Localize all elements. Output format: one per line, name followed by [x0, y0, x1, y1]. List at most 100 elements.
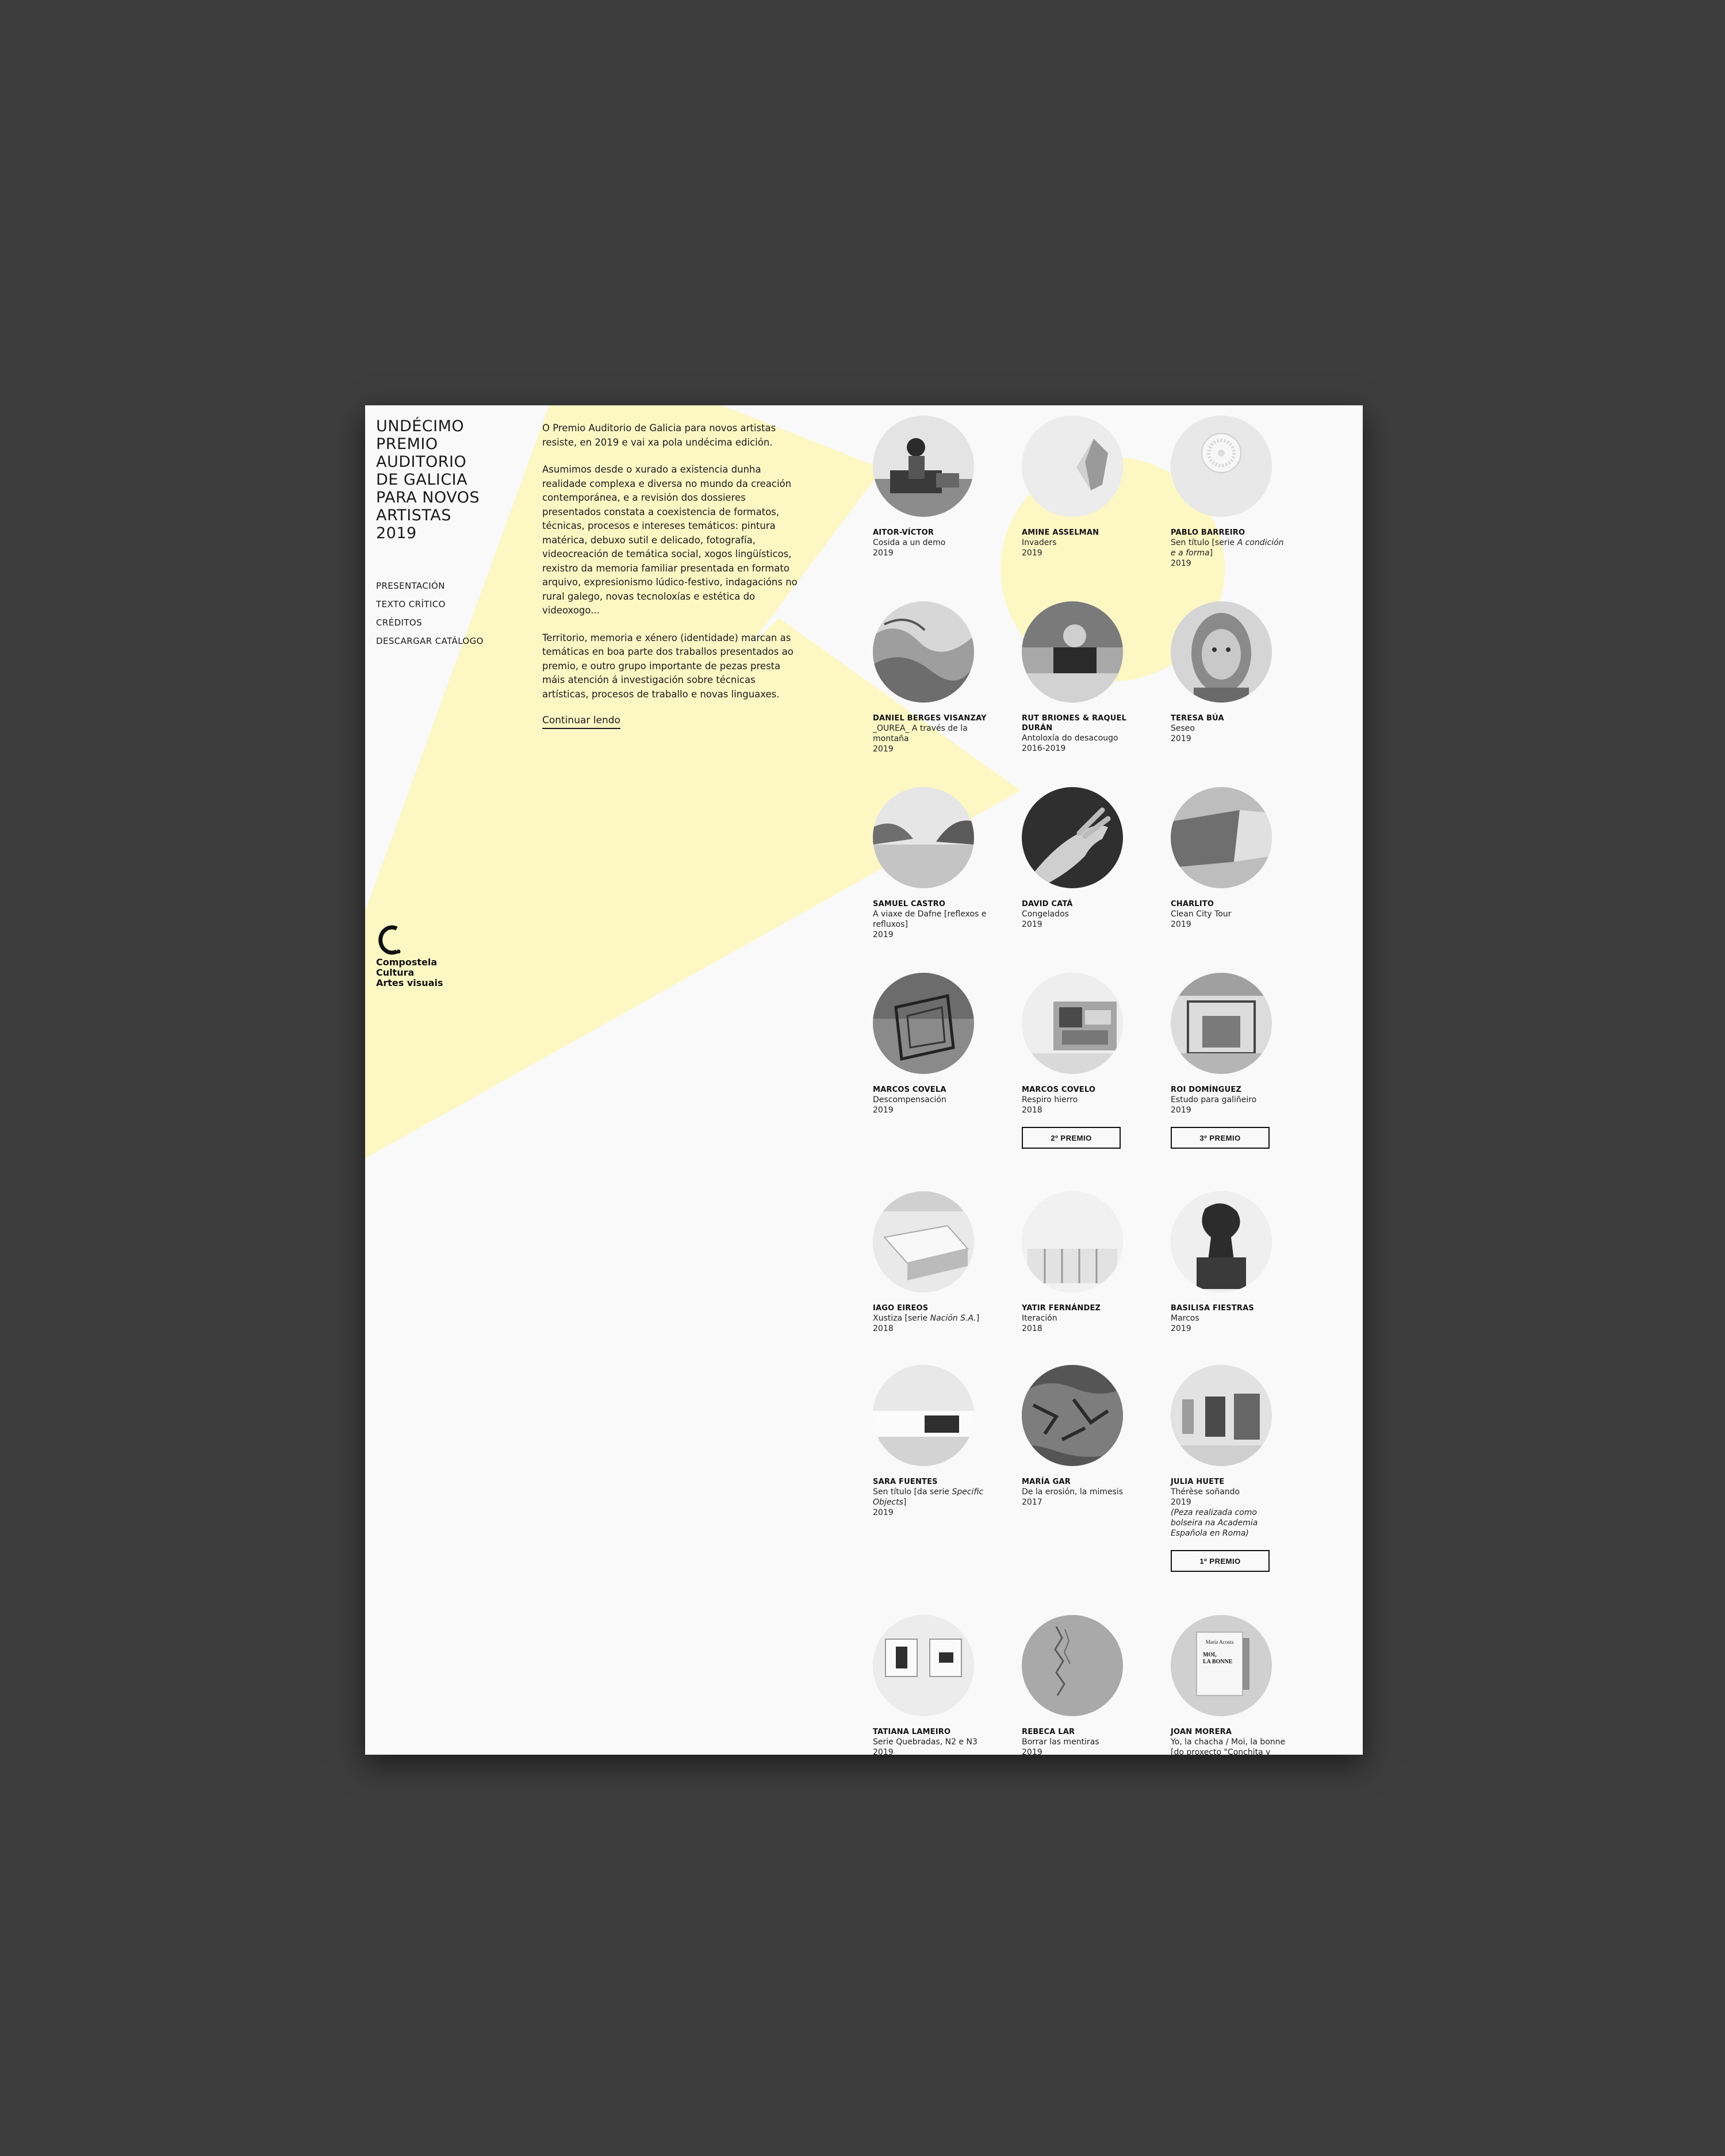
artwork-year: 2016-2019	[1022, 744, 1066, 753]
artist-card: SARA FUENTES Sen título [da serie Specif…	[873, 1365, 988, 1518]
artwork-title: Invaders	[1022, 538, 1057, 547]
artist-card: PABLO BARREIRO Sen título [serie A condi…	[1171, 416, 1286, 569]
artist-card: MARCOS COVELO Respiro hierro 2018 2º PRE…	[1022, 973, 1137, 1149]
artist-name: AMINE ASSELMAN	[1022, 528, 1099, 537]
artwork-year: 2019	[1171, 734, 1191, 743]
artwork-title: Borrar las mentiras	[1022, 1737, 1099, 1747]
artwork-title: Sen título [da serie Specific Objects]	[873, 1487, 984, 1507]
lake-landscape-photo[interactable]	[873, 787, 974, 888]
artwork-title: De la erosión, la mimesis	[1022, 1487, 1124, 1497]
artwork-year: 2019	[873, 1508, 894, 1517]
artwork-note: (Peza realizada como bolseira na Academi…	[1171, 1508, 1258, 1538]
artist-name: JULIA HUETE	[1171, 1478, 1225, 1486]
artist-name: ROI DOMÍNGUEZ	[1171, 1085, 1242, 1094]
dark-sculpture-photo[interactable]	[1171, 1191, 1272, 1292]
artwork-title: Clean City Tour	[1171, 910, 1232, 919]
artwork-title: Iteración	[1022, 1314, 1057, 1323]
artist-name: SARA FUENTES	[873, 1478, 938, 1486]
artist-card: JULIA HUETE Thérèse soñando 2019 (Peza r…	[1171, 1365, 1286, 1572]
artwork-year: 2019	[873, 548, 894, 558]
artist-card: BASILISA FIESTRAS Marcos 2019	[1171, 1191, 1286, 1334]
artist-card: RUT BRIONES & RAQUEL DURÁN Antoloxía do …	[1022, 601, 1137, 754]
artwork-title: Serie Quebradas, N2 e N3	[873, 1737, 977, 1747]
artist-card: María Acosta MOI, LA BONNE JOAN MORERA Y…	[1171, 1615, 1286, 1755]
artwork-year: 2018	[1022, 1106, 1042, 1115]
artwork-title: Seseo	[1171, 724, 1195, 733]
hand-photo[interactable]	[1022, 787, 1123, 888]
artist-card: CHARLITO Clean City Tour 2019	[1171, 787, 1286, 930]
artwork-year: 2019	[1171, 1106, 1191, 1115]
artist-card: ROI DOMÍNGUEZ Estudo para galiñeiro 2019…	[1171, 973, 1286, 1149]
book-cover-photo[interactable]: María Acosta MOI, LA BONNE	[1171, 1615, 1272, 1716]
artist-name: MARCOS COVELO	[1022, 1085, 1096, 1094]
scribble-photo[interactable]	[1022, 1615, 1123, 1716]
artwork-title: Thérèse soñando	[1171, 1487, 1240, 1497]
two-frames-photo[interactable]	[873, 1615, 974, 1716]
artist-name: TATIANA LAMEIRO	[873, 1728, 951, 1736]
artwork-title: Sen título [serie A condición e a forma]	[1171, 538, 1284, 558]
artwork-title-continued: [do proxecto "Conchita y	[1171, 1748, 1271, 1755]
first-prize-badge[interactable]: 1º PREMIO	[1171, 1550, 1270, 1572]
artist-card: AITOR-VÍCTOR Cosida a un demo 2019	[873, 416, 988, 558]
artwork-title: A viaxe de Dafne [reflexos e refluxos]	[873, 910, 987, 929]
third-prize-badge[interactable]: 3º PREMIO	[1171, 1127, 1270, 1149]
artist-card: REBECA LAR Borrar las mentiras 2019	[1022, 1615, 1137, 1755]
artwork-year: 2018	[1022, 1324, 1042, 1333]
artwork-year: 2019	[873, 1106, 894, 1115]
artist-name: RUT BRIONES & RAQUEL DURÁN	[1022, 714, 1127, 732]
artist-name: TERESA BÚA	[1171, 714, 1224, 723]
artwork-year: 2019	[873, 930, 894, 939]
artwork-title: Respiro hierro	[1022, 1095, 1078, 1104]
white-stripes-photo[interactable]	[1022, 1191, 1123, 1292]
artist-name: PABLO BARREIRO	[1171, 528, 1245, 537]
artwork-title: Cosida a un demo	[873, 538, 946, 547]
artist-name: CHARLITO	[1171, 900, 1214, 908]
second-prize-badge[interactable]: 2º PREMIO	[1022, 1127, 1121, 1149]
rock-texture-photo[interactable]	[1022, 1365, 1123, 1466]
artist-name: MARÍA GAR	[1022, 1478, 1071, 1486]
geometric-wall-photo[interactable]	[1171, 787, 1272, 888]
metal-frame-photo[interactable]	[873, 973, 974, 1074]
woman-portrait-photo[interactable]	[1171, 601, 1272, 703]
artwork-year: 2019	[873, 745, 894, 754]
book-cover-title-2: LA BONNE	[1203, 1659, 1233, 1665]
collage-photo[interactable]	[1022, 973, 1123, 1074]
artist-name: JOAN MORERA	[1171, 1728, 1232, 1736]
book-cover-author: María Acosta	[1206, 1639, 1233, 1645]
artwork-title: Antoloxía do desacougo	[1022, 734, 1118, 743]
portrait-at-table-photo[interactable]	[1022, 601, 1123, 703]
artwork-year: 2019	[873, 1748, 894, 1755]
artist-card: MARCOS COVELA Descompensación 2019	[873, 973, 988, 1115]
seated-figure-photo[interactable]	[873, 416, 974, 517]
installation-photo[interactable]	[1171, 973, 1272, 1074]
artwork-year: 2019	[1022, 1748, 1042, 1755]
white-relief-photo[interactable]	[1171, 416, 1272, 517]
artwork-title: Estudo para galiñeiro	[1171, 1095, 1257, 1104]
artwork-year: 2017	[1022, 1498, 1042, 1507]
artwork-year: 2019	[1171, 1498, 1191, 1507]
artwork-title: Descompensación	[873, 1095, 946, 1104]
white-box-photo[interactable]	[873, 1191, 974, 1292]
artist-name: MARCOS COVELA	[873, 1085, 946, 1094]
artist-name: IAGO EIREOS	[873, 1304, 929, 1313]
artist-name: BASILISA FIESTRAS	[1171, 1304, 1254, 1313]
artist-card: SAMUEL CASTRO A viaxe de Dafne [reflexos…	[873, 787, 988, 940]
artwork-year: 2019	[1171, 1324, 1191, 1333]
artwork-year: 2019	[1171, 920, 1191, 929]
artist-card: TATIANA LAMEIRO Serie Quebradas, N2 e N3…	[873, 1615, 988, 1755]
folded-paper-photo[interactable]	[1022, 416, 1123, 517]
artist-grid: AITOR-VÍCTOR Cosida a un demo 2019 AMINE…	[365, 405, 1363, 1755]
book-cover-title-1: MOI,	[1203, 1652, 1217, 1658]
ink-landscape-photo[interactable]	[873, 601, 974, 703]
artist-name: DANIEL BERGES VISANZAY	[873, 714, 987, 723]
artwork-year: 2019	[1022, 548, 1042, 558]
white-shelf-photo[interactable]	[873, 1365, 974, 1466]
artist-card: YATIR FERNÁNDEZ Iteración 2018	[1022, 1191, 1137, 1334]
artwork-title: Yo, la chacha / Moi, la bonne	[1171, 1737, 1286, 1747]
artist-card: DANIEL BERGES VISANZAY _OUREA_ A través …	[873, 601, 988, 754]
artwork-year: 2018	[873, 1324, 894, 1333]
artwork-title: Congelados	[1022, 910, 1069, 919]
gallery-wall-photo[interactable]	[1171, 1365, 1272, 1466]
page: UNDÉCIMO PREMIO AUDITORIO DE GALICIA PAR…	[365, 405, 1363, 1755]
artist-card: AMINE ASSELMAN Invaders 2019	[1022, 416, 1137, 558]
